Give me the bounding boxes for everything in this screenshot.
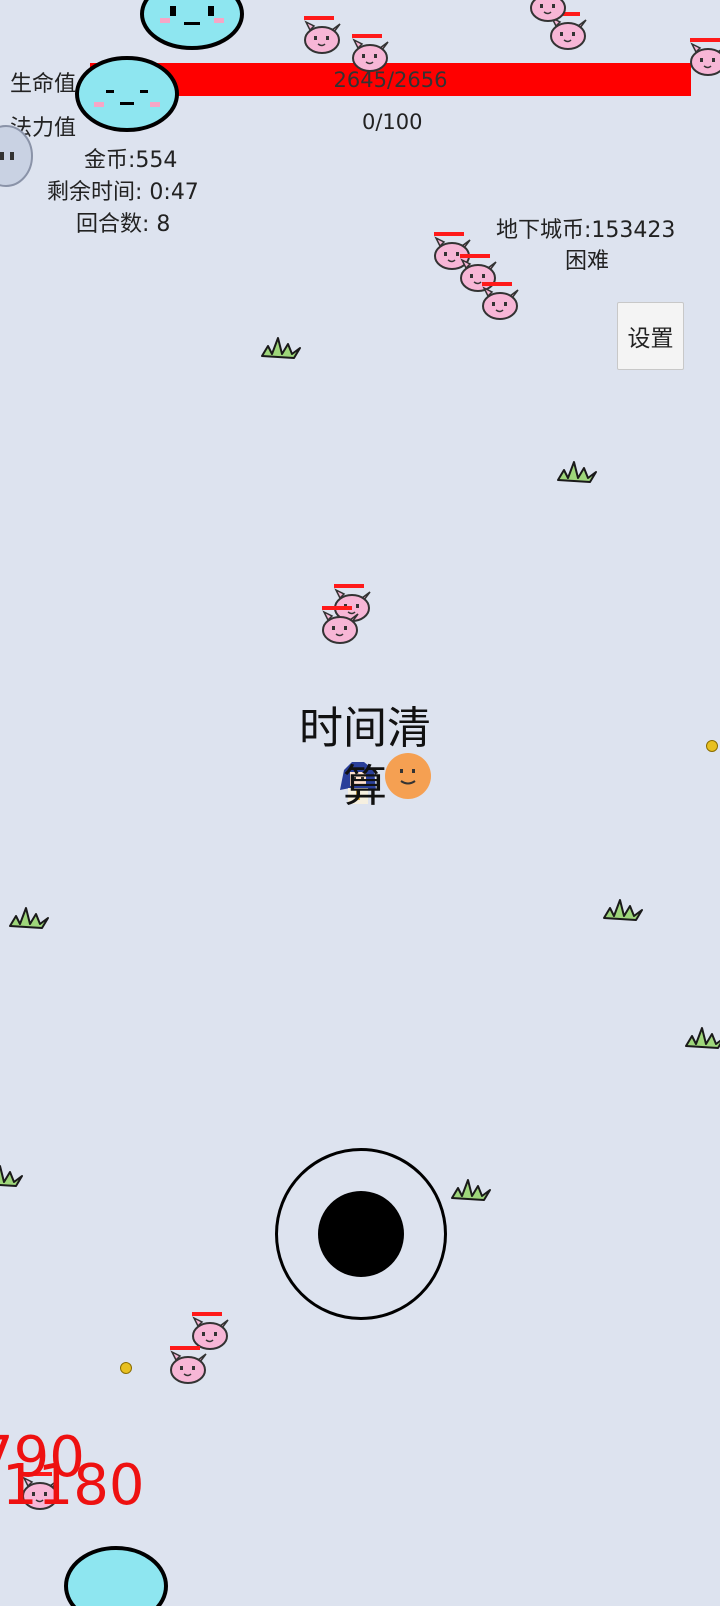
grass-tuft — [9, 907, 49, 929]
bunny-enemy — [689, 38, 720, 76]
time-left: 剩余时间: 0:47 — [47, 180, 199, 205]
bunny-enemy — [481, 282, 519, 320]
dungeon-coins: 地下城币:153423 — [496, 218, 676, 243]
difficulty-label: 困难 — [565, 249, 610, 274]
grass-tuft — [261, 337, 301, 359]
grass-tuft — [0, 1165, 23, 1187]
settings-button[interactable]: 设置 — [617, 302, 684, 370]
gold-coin — [120, 1362, 132, 1374]
slime-enemy — [75, 56, 179, 132]
grass-tuft — [451, 1179, 491, 1201]
gold-coin — [706, 740, 718, 752]
bunny-enemy — [303, 16, 341, 54]
bunny-enemy — [351, 34, 389, 72]
gold-counter: 金币:554 — [84, 148, 178, 173]
slime-enemy — [140, 0, 244, 50]
bunny-enemy — [321, 606, 359, 644]
mp-value: 0/100 — [362, 110, 423, 134]
damage-number: 1180 — [2, 1453, 145, 1518]
grass-tuft — [557, 461, 597, 483]
round-counter: 回合数: 8 — [76, 212, 171, 237]
ghost-enemy — [0, 125, 33, 187]
slime-enemy — [64, 1546, 168, 1606]
grass-tuft — [603, 899, 643, 921]
hp-label: 生命值 — [10, 72, 77, 97]
bunny-enemy — [169, 1346, 207, 1384]
time-settlement-message: 时间清算 — [299, 703, 431, 812]
joystick-knob[interactable] — [318, 1191, 404, 1277]
bunny-enemy — [529, 0, 567, 22]
grass-tuft — [685, 1027, 720, 1049]
